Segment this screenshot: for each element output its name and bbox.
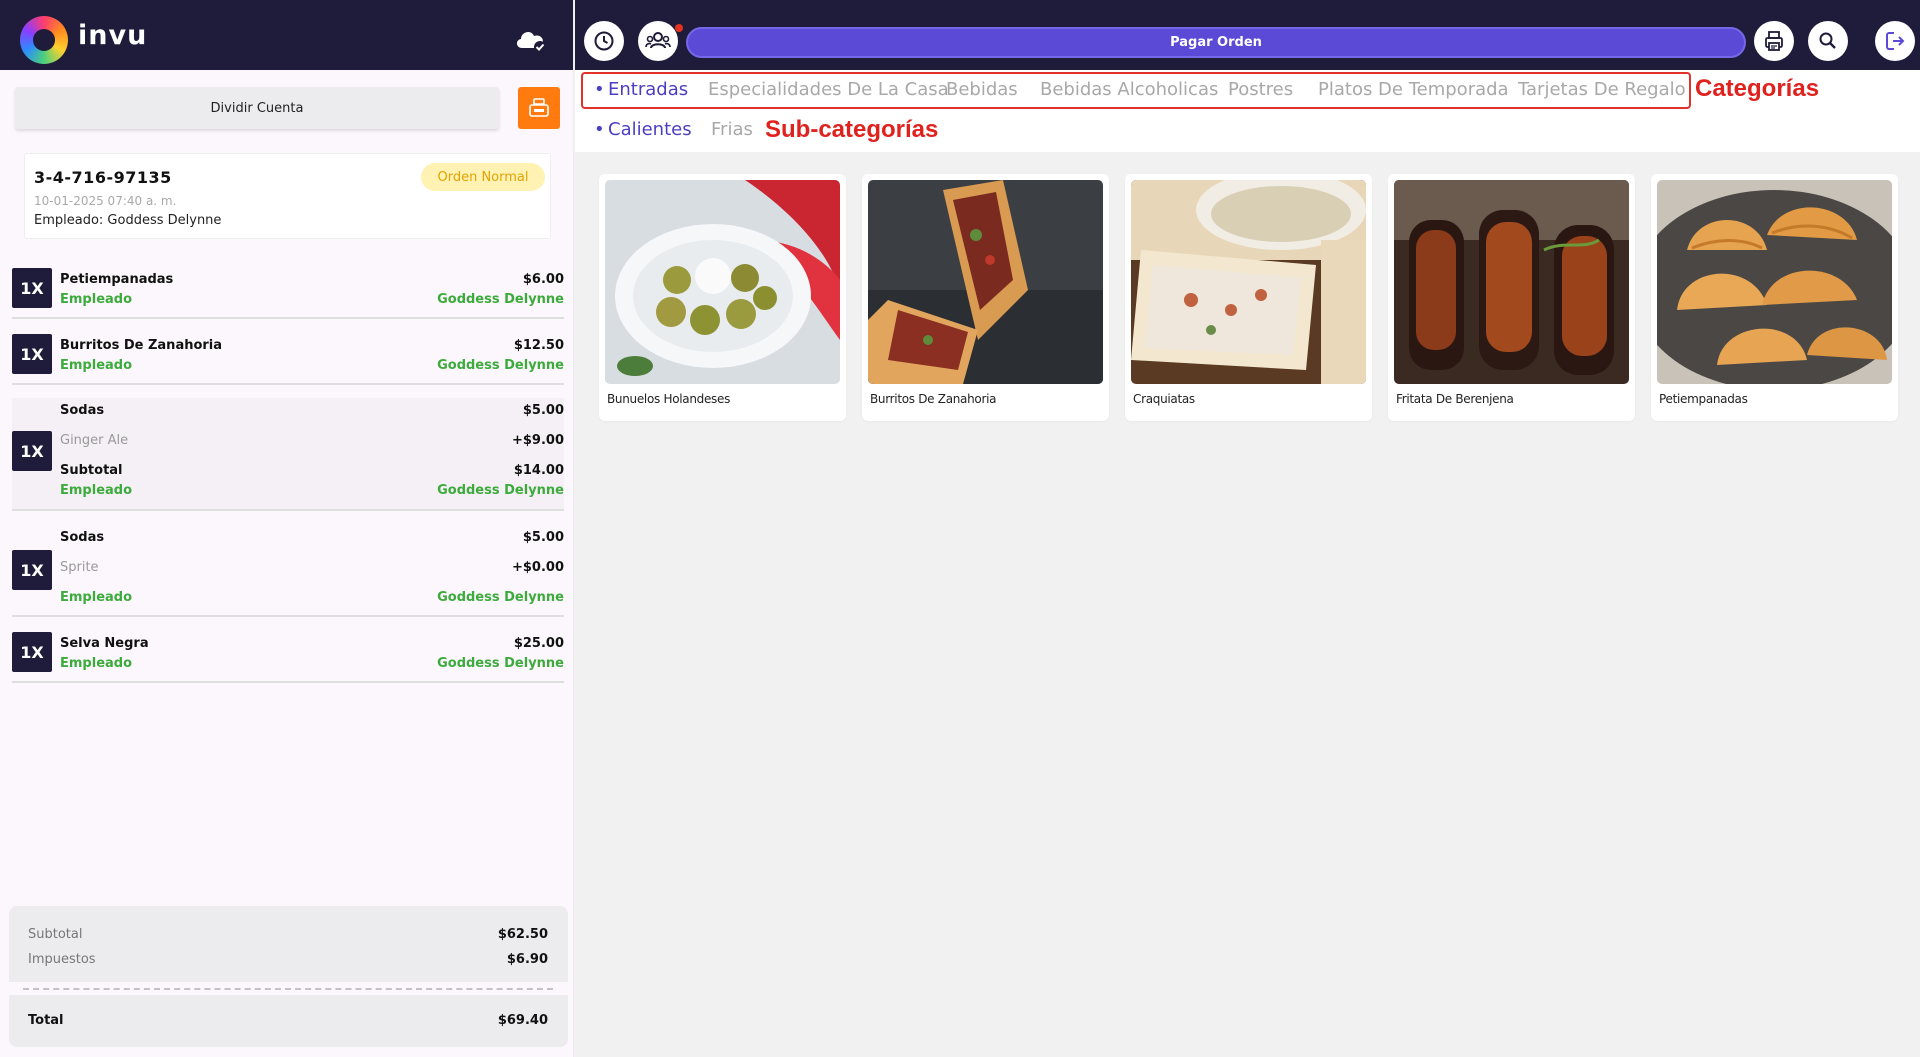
item-price: $6.00 [522, 272, 564, 287]
item-employee-name: Goddess Delynne [437, 590, 564, 605]
subtotal-label: Subtotal [28, 927, 83, 942]
item-name: Burritos De Zanahoria [60, 338, 223, 353]
order-item[interactable]: 1X Sodas $5.00 Sprite +$0.00 Empleado Go… [12, 524, 564, 617]
totals-summary: Subtotal $62.50 Impuestos $6.90 Total $6… [9, 906, 568, 1049]
order-item[interactable]: 1X Selva Negra $25.00 Empleado Goddess D… [12, 630, 564, 683]
item-price: $12.50 [513, 338, 564, 353]
category-bar: Entradas Especialidades De La Casa Bebid… [575, 70, 1920, 152]
item-employee-name: Goddess Delynne [437, 483, 564, 498]
item-employee-label: Empleado [60, 656, 133, 671]
item-subtotal: $14.00 [513, 463, 564, 478]
product-name: Petiempanadas [1659, 392, 1748, 406]
print-button[interactable] [1754, 21, 1794, 61]
subcategory-tab-calientes[interactable]: Calientes [594, 119, 692, 140]
order-panel: invu Dividir Cuenta 3-4-716-97135 10-01-… [0, 0, 574, 1057]
top-toolbar: Pagar Orden [575, 0, 1920, 70]
item-modifier: Sprite [60, 560, 99, 575]
product-card[interactable]: Craquiatas [1125, 174, 1372, 421]
notification-dot [675, 24, 683, 32]
product-name: Craquiatas [1133, 392, 1195, 406]
product-photo [1657, 180, 1892, 384]
total-value: $69.40 [497, 1013, 548, 1028]
customers-button[interactable] [638, 21, 683, 61]
item-name: Petiempanadas [60, 272, 174, 287]
pay-order-button[interactable]: Pagar Orden [686, 27, 1746, 58]
total-label: Total [28, 1013, 64, 1028]
dashed-divider [23, 988, 553, 990]
product-card[interactable]: Bunuelos Holandeses [599, 174, 846, 421]
tax-label: Impuestos [28, 952, 96, 967]
item-quantity: 1X [12, 550, 52, 590]
subcategory-tab-frias[interactable]: Frias [711, 119, 753, 140]
product-photo [1131, 180, 1366, 384]
item-employee-label: Empleado [60, 483, 133, 498]
item-price: $5.00 [522, 530, 564, 545]
categories-callout: Categorías [1695, 75, 1820, 102]
printer-icon [1765, 31, 1783, 51]
order-type-badge[interactable]: Orden Normal [421, 163, 545, 191]
order-employee: Empleado: Goddess Delynne [34, 213, 222, 228]
users-icon [645, 32, 671, 49]
order-info-card: 3-4-716-97135 10-01-2025 07:40 a. m. Emp… [24, 153, 551, 239]
category-tab-postres[interactable]: Postres [1228, 79, 1293, 100]
item-employee-label: Empleado [60, 292, 133, 307]
product-card[interactable]: Burritos De Zanahoria [862, 174, 1109, 421]
product-photo [605, 180, 840, 384]
item-name: Sodas [60, 530, 105, 545]
category-tab-tarjetas-de-regalo[interactable]: Tarjetas De Regalo [1518, 79, 1686, 100]
category-tab-entradas[interactable]: Entradas [594, 79, 688, 100]
category-tab-bebidas[interactable]: Bebidas [946, 79, 1018, 100]
item-price: $25.00 [513, 636, 564, 651]
product-name: Burritos De Zanahoria [870, 392, 997, 406]
clock-icon [594, 31, 614, 51]
item-employee-label: Empleado [60, 358, 133, 373]
item-quantity: 1X [12, 632, 52, 672]
logout-button[interactable] [1875, 21, 1915, 61]
logout-icon [1886, 32, 1905, 50]
item-modifier-price: +$9.00 [511, 433, 564, 448]
order-item[interactable]: 1X Sodas $5.00 Ginger Ale +$9.00 Subtota… [12, 398, 564, 511]
item-quantity: 1X [12, 268, 52, 308]
item-modifier: Ginger Ale [60, 433, 129, 448]
item-employee-name: Goddess Delynne [437, 358, 564, 373]
item-name: Sodas [60, 403, 105, 418]
invu-logo-icon [20, 16, 68, 64]
cloud-sync-icon[interactable] [513, 26, 549, 54]
order-date: 10-01-2025 07:40 a. m. [34, 194, 177, 208]
item-price: $5.00 [522, 403, 564, 418]
order-item[interactable]: 1X Petiempanadas $6.00 Empleado Goddess … [12, 266, 564, 319]
product-name: Bunuelos Holandeses [607, 392, 731, 406]
item-name: Selva Negra [60, 636, 149, 651]
product-photo [1394, 180, 1629, 384]
item-quantity: 1X [12, 431, 52, 471]
search-icon [1819, 32, 1836, 49]
product-card[interactable]: Fritata De Berenjena [1388, 174, 1635, 421]
cash-register-button[interactable] [518, 87, 560, 129]
product-name: Fritata De Berenjena [1396, 392, 1514, 406]
order-panel-header: invu [0, 0, 573, 70]
item-quantity: 1X [12, 334, 52, 374]
split-bill-button[interactable]: Dividir Cuenta [15, 87, 499, 129]
logo-text: invu [78, 20, 148, 51]
category-tab-especialidades[interactable]: Especialidades De La Casa [708, 79, 949, 100]
tax-value: $6.90 [506, 952, 548, 967]
search-button[interactable] [1808, 21, 1848, 61]
item-modifier-price: +$0.00 [511, 560, 564, 575]
item-subtotal-label: Subtotal [60, 463, 123, 478]
subtotal-value: $62.50 [497, 927, 548, 942]
cash-register-icon [529, 98, 549, 117]
item-employee-name: Goddess Delynne [437, 656, 564, 671]
category-tab-bebidas-alcoholicas[interactable]: Bebidas Alcoholicas [1040, 79, 1218, 100]
subtotals-box: Subtotal $62.50 Impuestos $6.90 [9, 906, 568, 982]
product-card[interactable]: Petiempanadas [1651, 174, 1898, 421]
item-employee-label: Empleado [60, 590, 133, 605]
subcategories-callout: Sub-categorías [765, 116, 939, 143]
product-photo [868, 180, 1103, 384]
order-number: 3-4-716-97135 [34, 168, 172, 187]
order-item[interactable]: 1X Burritos De Zanahoria $12.50 Empleado… [12, 332, 564, 385]
total-box: Total $69.40 [9, 995, 568, 1047]
category-tab-platos-de-temporada[interactable]: Platos De Temporada [1318, 79, 1509, 100]
history-button[interactable] [584, 21, 624, 61]
item-employee-name: Goddess Delynne [437, 292, 564, 307]
